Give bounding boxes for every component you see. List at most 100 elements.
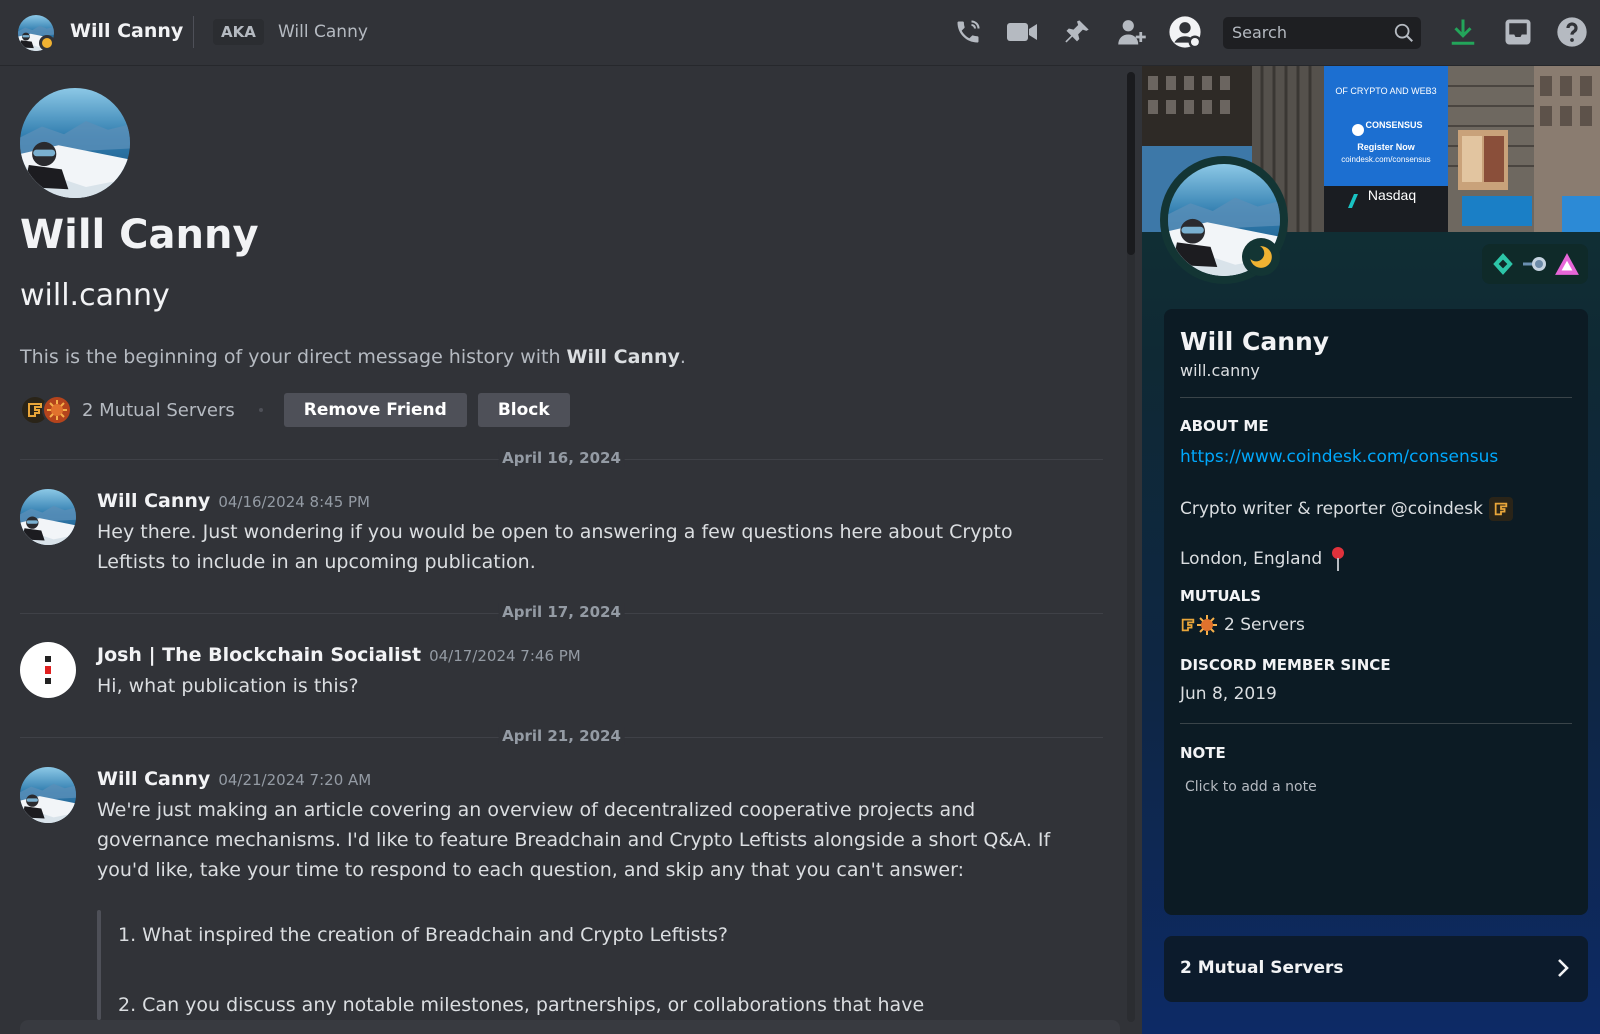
pin-icon[interactable] xyxy=(1059,14,1095,50)
mutual-servers-link[interactable]: 2 Mutual Servers xyxy=(82,400,235,421)
message-content: Hi, what publication is this? xyxy=(97,671,1097,701)
server-icon xyxy=(1181,618,1195,632)
message-timestamp: 04/17/2024 7:46 PM xyxy=(429,647,581,665)
intro-prefix: This is the beginning of your direct mes… xyxy=(20,346,567,368)
billboard-text-top: OF CRYPTO AND WEB3 xyxy=(1335,86,1436,96)
help-icon[interactable] xyxy=(1554,14,1590,50)
remove-friend-button[interactable]: Remove Friend xyxy=(283,393,467,427)
video-icon[interactable] xyxy=(1004,14,1040,50)
display-name: Will Canny xyxy=(20,212,259,258)
member-since-date: Jun 8, 2019 xyxy=(1180,684,1277,704)
date-divider: April 16, 2024 xyxy=(20,449,1103,467)
question-item: 2. Can you discuss any notable milestone… xyxy=(118,994,925,1016)
author-name[interactable]: Will Canny xyxy=(97,768,210,790)
message-line: Leftists to include in an upcoming publi… xyxy=(97,551,536,573)
intro-suffix: . xyxy=(679,346,686,368)
coindesk-emoji-icon xyxy=(1488,497,1513,521)
message-timestamp: 04/16/2024 8:45 PM xyxy=(218,493,370,511)
message-timestamp: 04/21/2024 7:20 AM xyxy=(218,771,372,789)
search-input[interactable]: Search xyxy=(1223,17,1421,49)
author-name[interactable]: Josh | The Blockchain Socialist xyxy=(97,644,421,666)
date-label: April 16, 2024 xyxy=(498,449,625,467)
message-avatar[interactable] xyxy=(20,642,76,698)
intro-name: Will Canny xyxy=(566,346,680,368)
profile-panel: OF CRYPTO AND WEB3 CONSENSUS Register No… xyxy=(1142,66,1600,1034)
message-line: Hi, what publication is this? xyxy=(97,675,359,697)
divider xyxy=(1180,397,1572,398)
mutuals-heading: MUTUALS xyxy=(1180,587,1262,605)
search-placeholder: Search xyxy=(1232,23,1287,42)
boost-badge-icon[interactable] xyxy=(1521,253,1549,275)
message-content: We're just making an article covering an… xyxy=(97,795,1097,885)
divider xyxy=(1180,723,1572,724)
date-divider: April 21, 2024 xyxy=(20,727,1103,745)
server-icon xyxy=(1197,615,1217,635)
pushpin-emoji-icon xyxy=(1332,547,1345,571)
about-me-location: London, England xyxy=(1180,546,1346,572)
note-input[interactable]: Click to add a note xyxy=(1185,779,1317,795)
member-since-heading: DISCORD MEMBER SINCE xyxy=(1180,656,1391,674)
scrollbar-thumb[interactable] xyxy=(1127,72,1135,255)
about-me-link[interactable]: https://www.coindesk.com/consensus xyxy=(1180,447,1498,467)
idle-moon-icon xyxy=(1242,238,1280,276)
message-line: you'd like, take your time to respond to… xyxy=(97,859,964,881)
message-line: governance mechanisms. I'd like to featu… xyxy=(97,829,1051,851)
message-author[interactable]: Will Canny 04/16/2024 8:45 PM xyxy=(97,490,370,512)
nitro-badge-icon[interactable] xyxy=(1490,251,1516,277)
note-heading: NOTE xyxy=(1180,744,1226,762)
blockquote-bar xyxy=(97,910,101,1020)
message-composer[interactable] xyxy=(20,1020,1120,1034)
mutual-servers-label: 2 Mutual Servers xyxy=(1180,958,1344,978)
message-avatar[interactable] xyxy=(20,767,76,823)
member-since-value: Jun 8, 2019 xyxy=(1180,684,1277,704)
author-name[interactable]: Will Canny xyxy=(97,490,210,512)
search-icon xyxy=(1394,23,1413,42)
top-bar: Will Canny AKA Will Canny Search xyxy=(0,0,1600,66)
dm-intro-text: This is the beginning of your direct mes… xyxy=(20,346,686,368)
inbox-icon[interactable] xyxy=(1500,14,1536,50)
date-divider: April 17, 2024 xyxy=(20,603,1103,621)
message-line: We're just making an article covering an… xyxy=(97,799,976,821)
billboard-url: coindesk.com/consensus xyxy=(1341,155,1430,164)
about-me-bio: Crypto writer & reporter @coindesk xyxy=(1180,497,1513,521)
add-friend-icon[interactable] xyxy=(1114,14,1150,50)
phone-icon[interactable] xyxy=(950,14,986,50)
username: will.canny xyxy=(20,278,170,313)
idle-status-icon xyxy=(39,35,55,51)
location-line: London, England xyxy=(1180,549,1323,569)
block-button[interactable]: Block xyxy=(477,393,570,427)
aka-name: Will Canny xyxy=(278,22,368,42)
message-line: Hey there. Just wondering if you would b… xyxy=(97,521,1013,543)
nasdaq-sign: Nasdaq xyxy=(1368,187,1416,203)
message-author[interactable]: Will Canny 04/21/2024 7:20 AM xyxy=(97,768,371,790)
date-label: April 17, 2024 xyxy=(498,603,625,621)
profile-card: Will Canny will.canny ABOUT ME https://w… xyxy=(1164,309,1588,915)
message-avatar[interactable] xyxy=(20,489,76,545)
mutuals-value[interactable]: 2 Servers xyxy=(1180,614,1305,636)
profile-badges xyxy=(1482,244,1588,284)
quest-badge-icon[interactable] xyxy=(1554,252,1580,276)
billboard-cta: Register Now xyxy=(1357,142,1416,152)
profile-display-name: Will Canny xyxy=(1180,327,1330,356)
billboard-logo xyxy=(1352,124,1364,136)
dot-separator xyxy=(258,408,263,412)
divider xyxy=(193,16,194,48)
dm-title[interactable]: Will Canny xyxy=(70,20,183,42)
bio-line: Crypto writer & reporter @coindesk xyxy=(1180,499,1483,519)
date-label: April 21, 2024 xyxy=(498,727,625,745)
download-icon[interactable] xyxy=(1445,14,1481,50)
message-author[interactable]: Josh | The Blockchain Socialist 04/17/202… xyxy=(97,644,581,666)
question-item: 1. What inspired the creation of Breadch… xyxy=(118,924,729,946)
chevron-right-icon xyxy=(1558,959,1569,977)
aka-tag: AKA xyxy=(213,19,264,45)
mutual-servers-card[interactable]: 2 Mutual Servers xyxy=(1164,936,1588,1002)
mutuals-count: 2 Servers xyxy=(1224,615,1305,635)
profile-avatar-large[interactable] xyxy=(20,88,130,198)
mutual-servers-row: 2 Mutual Servers Remove Friend Block xyxy=(20,392,570,428)
server-icon[interactable] xyxy=(42,395,72,425)
billboard-brand: CONSENSUS xyxy=(1365,120,1422,130)
about-me-heading: ABOUT ME xyxy=(1180,417,1269,435)
profile-username: will.canny xyxy=(1180,361,1260,380)
message-content: Hey there. Just wondering if you would b… xyxy=(97,517,1097,577)
profile-toggle-icon[interactable] xyxy=(1167,14,1203,50)
